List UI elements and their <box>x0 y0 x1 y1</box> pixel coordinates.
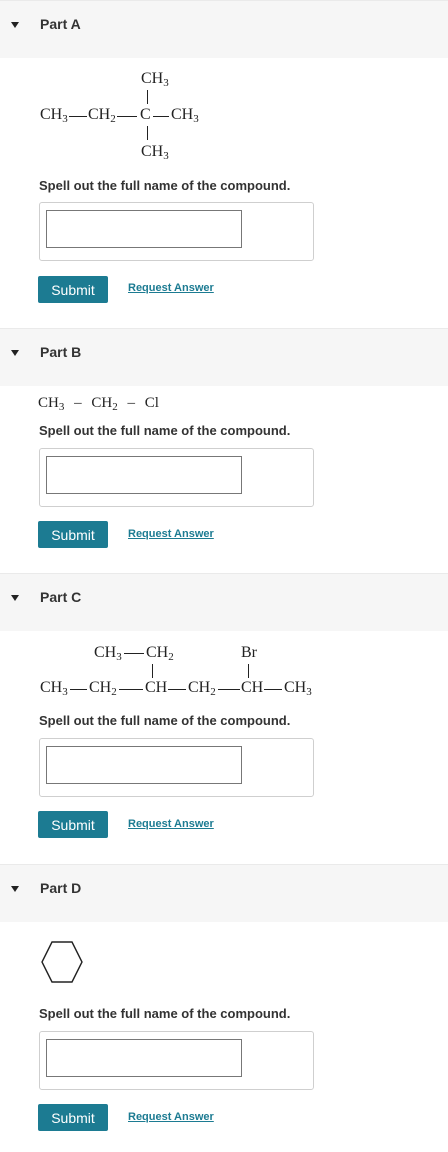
structure-right-methyl: CH3 <box>171 106 199 125</box>
cyclohexane-hexagon-icon <box>41 941 83 983</box>
part-c-request-answer-link[interactable]: Request Answer <box>128 818 214 830</box>
part-b-answer-box <box>39 448 314 507</box>
part-b-request-answer-link[interactable]: Request Answer <box>128 528 214 540</box>
bond-vertical-br <box>248 664 249 678</box>
part-d-answer-box <box>39 1031 314 1090</box>
bond-vertical-bottom <box>147 126 148 140</box>
part-d-answer-input[interactable] <box>46 1039 242 1077</box>
bond-main-2 <box>119 689 143 690</box>
caret-down-icon <box>11 595 19 601</box>
structure-branch-methyl: CH3 <box>94 644 122 663</box>
structure-bottom-methyl: CH3 <box>141 143 169 162</box>
structure-main-6: CH3 <box>284 679 312 698</box>
part-c-title: Part C <box>40 589 82 605</box>
part-d-submit-button[interactable]: Submit <box>38 1104 108 1131</box>
caret-down-icon <box>11 886 19 892</box>
bond-vertical-top <box>147 90 148 104</box>
part-c-submit-button[interactable]: Submit <box>38 811 108 838</box>
bond-3 <box>153 116 169 117</box>
bond-main-3 <box>168 689 186 690</box>
part-d-header[interactable]: Part D <box>0 864 448 922</box>
part-c-question: Spell out the full name of the compound. <box>39 713 291 728</box>
part-a-question: Spell out the full name of the compound. <box>39 178 291 193</box>
structure-main-5: CH <box>241 679 264 696</box>
structure-branch-methylene: CH2 <box>146 644 174 663</box>
part-d-request-answer-link[interactable]: Request Answer <box>128 1111 214 1123</box>
structure-bromine: Br <box>241 644 257 661</box>
bond-branch <box>124 653 144 654</box>
structure-top-methyl: CH3 <box>141 70 169 89</box>
structure-methylene: CH2 <box>88 106 116 125</box>
bond-2 <box>117 116 137 117</box>
part-b-answer-input[interactable] <box>46 456 242 494</box>
caret-down-icon <box>11 22 19 28</box>
bond-main-5 <box>264 689 282 690</box>
structure-left-methyl: CH3 <box>40 106 68 125</box>
part-b-question: Spell out the full name of the compound. <box>39 423 291 438</box>
caret-down-icon <box>11 350 19 356</box>
structure-main-1: CH3 <box>40 679 68 698</box>
structure-main-2: CH2 <box>89 679 117 698</box>
structure-main-4: CH2 <box>188 679 216 698</box>
bond-main-1 <box>70 689 87 690</box>
structure-quaternary-carbon: C <box>140 106 151 123</box>
part-a-answer-box <box>39 202 314 261</box>
part-b-submit-button[interactable]: Submit <box>38 521 108 548</box>
part-a-answer-input[interactable] <box>46 210 242 248</box>
bond-vertical-branch <box>152 664 153 678</box>
part-a-request-answer-link[interactable]: Request Answer <box>128 282 214 294</box>
part-a-submit-button[interactable]: Submit <box>38 276 108 303</box>
part-d-title: Part D <box>40 880 82 896</box>
part-c-header[interactable]: Part C <box>0 573 448 631</box>
part-a-title: Part A <box>40 16 81 32</box>
part-a-header[interactable]: Part A <box>0 0 448 58</box>
bond-main-4 <box>218 689 240 690</box>
part-c-answer-input[interactable] <box>46 746 242 784</box>
part-b-title: Part B <box>40 344 82 360</box>
part-c-answer-box <box>39 738 314 797</box>
structure-main-3: CH <box>145 679 168 696</box>
bond-1 <box>69 116 87 117</box>
part-b-structure: CH3 – CH2 – Cl <box>38 395 159 413</box>
part-b-header[interactable]: Part B <box>0 328 448 386</box>
part-d-question: Spell out the full name of the compound. <box>39 1006 291 1021</box>
